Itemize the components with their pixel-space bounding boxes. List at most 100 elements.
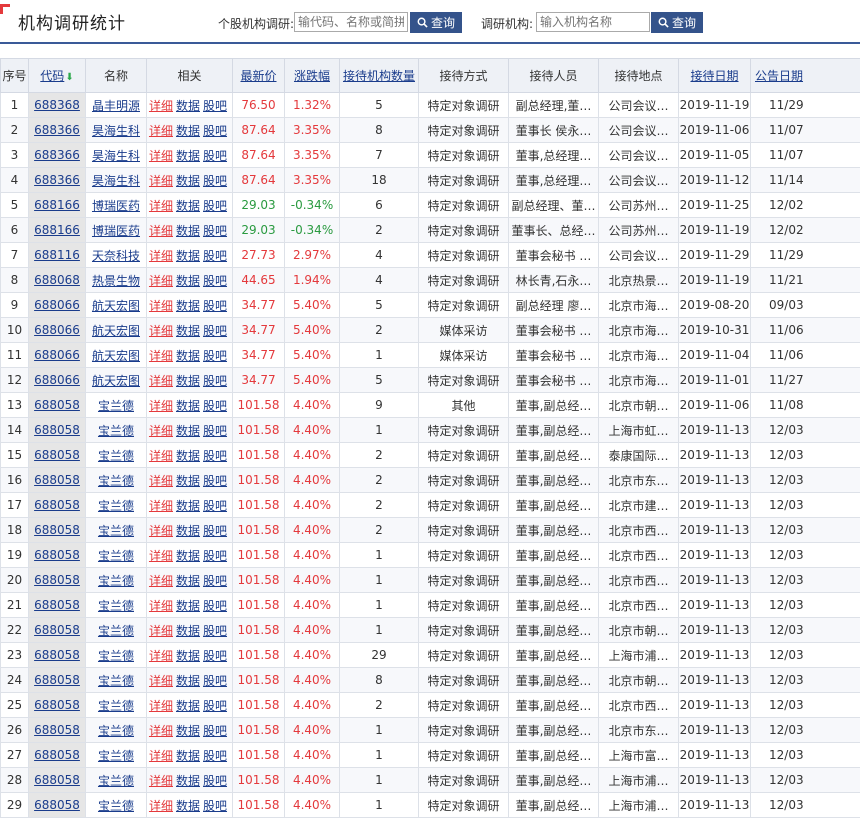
detail-link[interactable]: 详细 xyxy=(149,449,173,463)
stock-code-link[interactable]: 688058 xyxy=(34,673,80,687)
stock-code-link[interactable]: 688058 xyxy=(34,798,80,812)
detail-link[interactable]: 详细 xyxy=(149,199,173,213)
stock-name-link[interactable]: 博瑞医药 xyxy=(92,224,140,238)
data-link[interactable]: 数据 xyxy=(176,724,200,738)
data-link[interactable]: 数据 xyxy=(176,549,200,563)
data-link[interactable]: 数据 xyxy=(176,749,200,763)
stock-name-link[interactable]: 宝兰德 xyxy=(98,674,134,688)
stock-code-link[interactable]: 688058 xyxy=(34,423,80,437)
stock-name-link[interactable]: 宝兰德 xyxy=(98,474,134,488)
stock-code-link[interactable]: 688058 xyxy=(34,723,80,737)
detail-link[interactable]: 详细 xyxy=(149,424,173,438)
org-search-input[interactable] xyxy=(536,12,650,32)
data-link[interactable]: 数据 xyxy=(176,349,200,363)
data-link[interactable]: 数据 xyxy=(176,499,200,513)
stock-code-link[interactable]: 688058 xyxy=(34,448,80,462)
stock-name-link[interactable]: 宝兰德 xyxy=(98,549,134,563)
stock-name-link[interactable]: 热景生物 xyxy=(92,274,140,288)
data-link[interactable]: 数据 xyxy=(176,599,200,613)
forum-link[interactable]: 股吧 xyxy=(203,374,227,388)
detail-link[interactable]: 详细 xyxy=(149,349,173,363)
stock-name-link[interactable]: 航天宏图 xyxy=(92,349,140,363)
detail-link[interactable]: 详细 xyxy=(149,474,173,488)
forum-link[interactable]: 股吧 xyxy=(203,624,227,638)
detail-link[interactable]: 详细 xyxy=(149,324,173,338)
detail-link[interactable]: 详细 xyxy=(149,699,173,713)
stock-code-link[interactable]: 688166 xyxy=(34,198,80,212)
data-link[interactable]: 数据 xyxy=(176,299,200,313)
stock-code-link[interactable]: 688058 xyxy=(34,623,80,637)
stock-search-button[interactable]: 查询 xyxy=(410,12,462,33)
detail-link[interactable]: 详细 xyxy=(149,799,173,813)
stock-code-link[interactable]: 688058 xyxy=(34,473,80,487)
data-link[interactable]: 数据 xyxy=(176,649,200,663)
forum-link[interactable]: 股吧 xyxy=(203,474,227,488)
forum-link[interactable]: 股吧 xyxy=(203,524,227,538)
stock-name-link[interactable]: 晶丰明源 xyxy=(92,99,140,113)
stock-code-link[interactable]: 688058 xyxy=(34,573,80,587)
forum-link[interactable]: 股吧 xyxy=(203,599,227,613)
forum-link[interactable]: 股吧 xyxy=(203,149,227,163)
detail-link[interactable]: 详细 xyxy=(149,674,173,688)
col-header-org-count[interactable]: 接待机构数量 xyxy=(340,59,419,93)
forum-link[interactable]: 股吧 xyxy=(203,324,227,338)
stock-name-link[interactable]: 宝兰德 xyxy=(98,524,134,538)
stock-name-link[interactable]: 宝兰德 xyxy=(98,699,134,713)
forum-link[interactable]: 股吧 xyxy=(203,574,227,588)
forum-link[interactable]: 股吧 xyxy=(203,99,227,113)
stock-code-link[interactable]: 688368 xyxy=(34,98,80,112)
detail-link[interactable]: 详细 xyxy=(149,299,173,313)
detail-link[interactable]: 详细 xyxy=(149,574,173,588)
stock-code-link[interactable]: 688058 xyxy=(34,598,80,612)
stock-code-link[interactable]: 688066 xyxy=(34,348,80,362)
detail-link[interactable]: 详细 xyxy=(149,274,173,288)
col-header-change[interactable]: 涨跌幅 xyxy=(285,59,340,93)
forum-link[interactable]: 股吧 xyxy=(203,549,227,563)
data-link[interactable]: 数据 xyxy=(176,274,200,288)
stock-code-link[interactable]: 688058 xyxy=(34,548,80,562)
stock-code-link[interactable]: 688066 xyxy=(34,298,80,312)
forum-link[interactable]: 股吧 xyxy=(203,424,227,438)
forum-link[interactable]: 股吧 xyxy=(203,699,227,713)
detail-link[interactable]: 详细 xyxy=(149,524,173,538)
col-header-price[interactable]: 最新价 xyxy=(233,59,285,93)
stock-code-link[interactable]: 688058 xyxy=(34,398,80,412)
detail-link[interactable]: 详细 xyxy=(149,599,173,613)
forum-link[interactable]: 股吧 xyxy=(203,649,227,663)
stock-name-link[interactable]: 航天宏图 xyxy=(92,324,140,338)
detail-link[interactable]: 详细 xyxy=(149,749,173,763)
stock-name-link[interactable]: 宝兰德 xyxy=(98,599,134,613)
detail-link[interactable]: 详细 xyxy=(149,99,173,113)
org-search-button[interactable]: 查询 xyxy=(651,12,703,33)
forum-link[interactable]: 股吧 xyxy=(203,124,227,138)
stock-name-link[interactable]: 航天宏图 xyxy=(92,299,140,313)
forum-link[interactable]: 股吧 xyxy=(203,399,227,413)
detail-link[interactable]: 详细 xyxy=(149,774,173,788)
stock-code-link[interactable]: 688058 xyxy=(34,523,80,537)
forum-link[interactable]: 股吧 xyxy=(203,224,227,238)
stock-name-link[interactable]: 天奈科技 xyxy=(92,249,140,263)
stock-code-link[interactable]: 688068 xyxy=(34,273,80,287)
forum-link[interactable]: 股吧 xyxy=(203,449,227,463)
data-link[interactable]: 数据 xyxy=(176,674,200,688)
data-link[interactable]: 数据 xyxy=(176,799,200,813)
data-link[interactable]: 数据 xyxy=(176,424,200,438)
detail-link[interactable]: 详细 xyxy=(149,249,173,263)
col-header-date[interactable]: 接待日期 xyxy=(679,59,751,93)
stock-search-input[interactable] xyxy=(294,12,408,32)
stock-code-link[interactable]: 688166 xyxy=(34,223,80,237)
col-header-code[interactable]: 代码⬇ xyxy=(29,59,86,93)
stock-code-link[interactable]: 688058 xyxy=(34,748,80,762)
stock-name-link[interactable]: 宝兰德 xyxy=(98,624,134,638)
data-link[interactable]: 数据 xyxy=(176,199,200,213)
forum-link[interactable]: 股吧 xyxy=(203,774,227,788)
stock-name-link[interactable]: 宝兰德 xyxy=(98,449,134,463)
stock-code-link[interactable]: 688058 xyxy=(34,698,80,712)
forum-link[interactable]: 股吧 xyxy=(203,349,227,363)
data-link[interactable]: 数据 xyxy=(176,99,200,113)
forum-link[interactable]: 股吧 xyxy=(203,299,227,313)
forum-link[interactable]: 股吧 xyxy=(203,749,227,763)
data-link[interactable]: 数据 xyxy=(176,449,200,463)
stock-code-link[interactable]: 688058 xyxy=(34,648,80,662)
stock-name-link[interactable]: 昊海生科 xyxy=(92,124,140,138)
